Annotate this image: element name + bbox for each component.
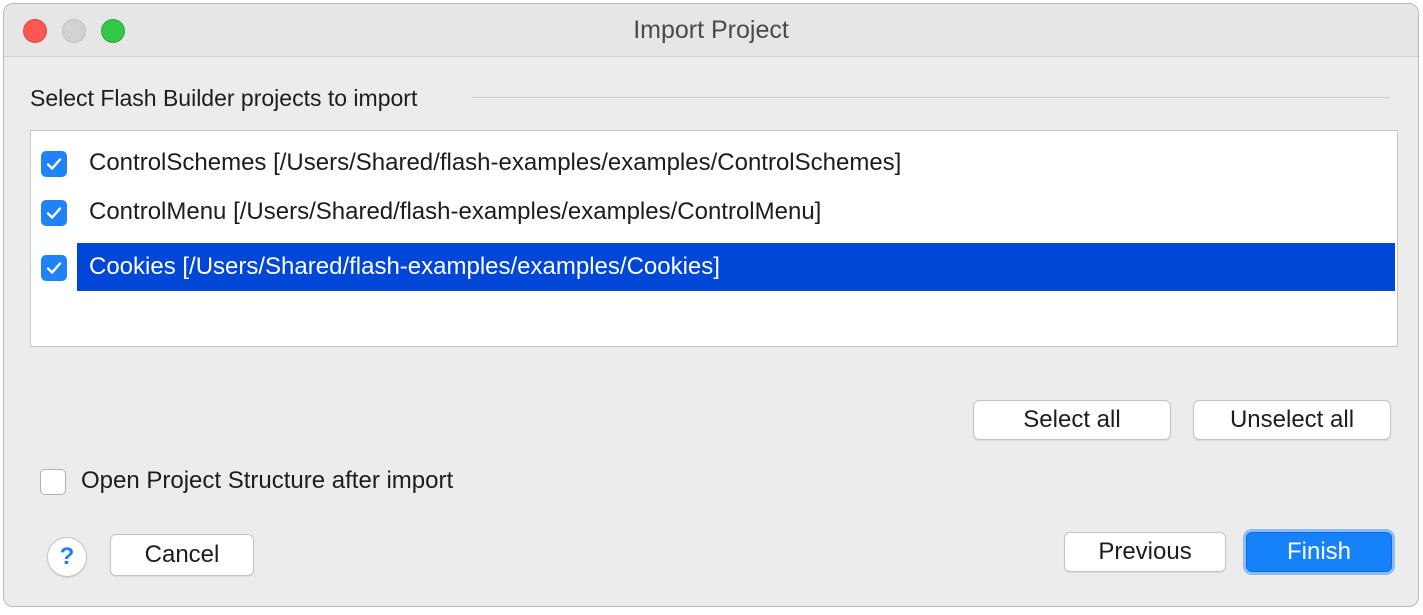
finish-button[interactable]: Finish: [1246, 532, 1392, 572]
project-label: ControlSchemes [/Users/Shared/flash-exam…: [89, 149, 902, 176]
project-row[interactable]: ControlMenu [/Users/Shared/flash-example…: [31, 188, 1397, 236]
checkmark-icon: [46, 158, 62, 170]
project-checkbox[interactable]: [41, 151, 67, 177]
project-checkbox[interactable]: [41, 255, 67, 281]
project-list[interactable]: ControlSchemes [/Users/Shared/flash-exam…: [30, 130, 1398, 347]
open-project-structure-checkbox[interactable]: [40, 469, 66, 495]
project-row-selected[interactable]: Cookies [/Users/Shared/flash-examples/ex…: [31, 243, 1397, 291]
previous-button[interactable]: Previous: [1064, 532, 1226, 572]
select-all-button[interactable]: Select all: [973, 400, 1171, 440]
checkmark-icon: [46, 207, 62, 219]
checkmark-icon: [46, 262, 62, 274]
unselect-all-button[interactable]: Unselect all: [1193, 400, 1391, 440]
title-bar: Import Project: [4, 4, 1418, 57]
help-button[interactable]: ?: [47, 537, 87, 577]
projects-group-label: Select Flash Builder projects to import: [30, 85, 418, 111]
group-divider: [472, 97, 1390, 98]
project-label: Cookies [/Users/Shared/flash-examples/ex…: [89, 253, 720, 280]
project-row[interactable]: ControlSchemes [/Users/Shared/flash-exam…: [31, 139, 1397, 187]
open-project-structure-label: Open Project Structure after import: [81, 467, 454, 494]
window-title: Import Project: [633, 16, 789, 44]
cancel-button[interactable]: Cancel: [110, 534, 254, 576]
project-label: ControlMenu [/Users/Shared/flash-example…: [89, 198, 822, 225]
import-project-dialog: Import Project Select Flash Builder proj…: [3, 3, 1419, 607]
project-checkbox[interactable]: [41, 200, 67, 226]
